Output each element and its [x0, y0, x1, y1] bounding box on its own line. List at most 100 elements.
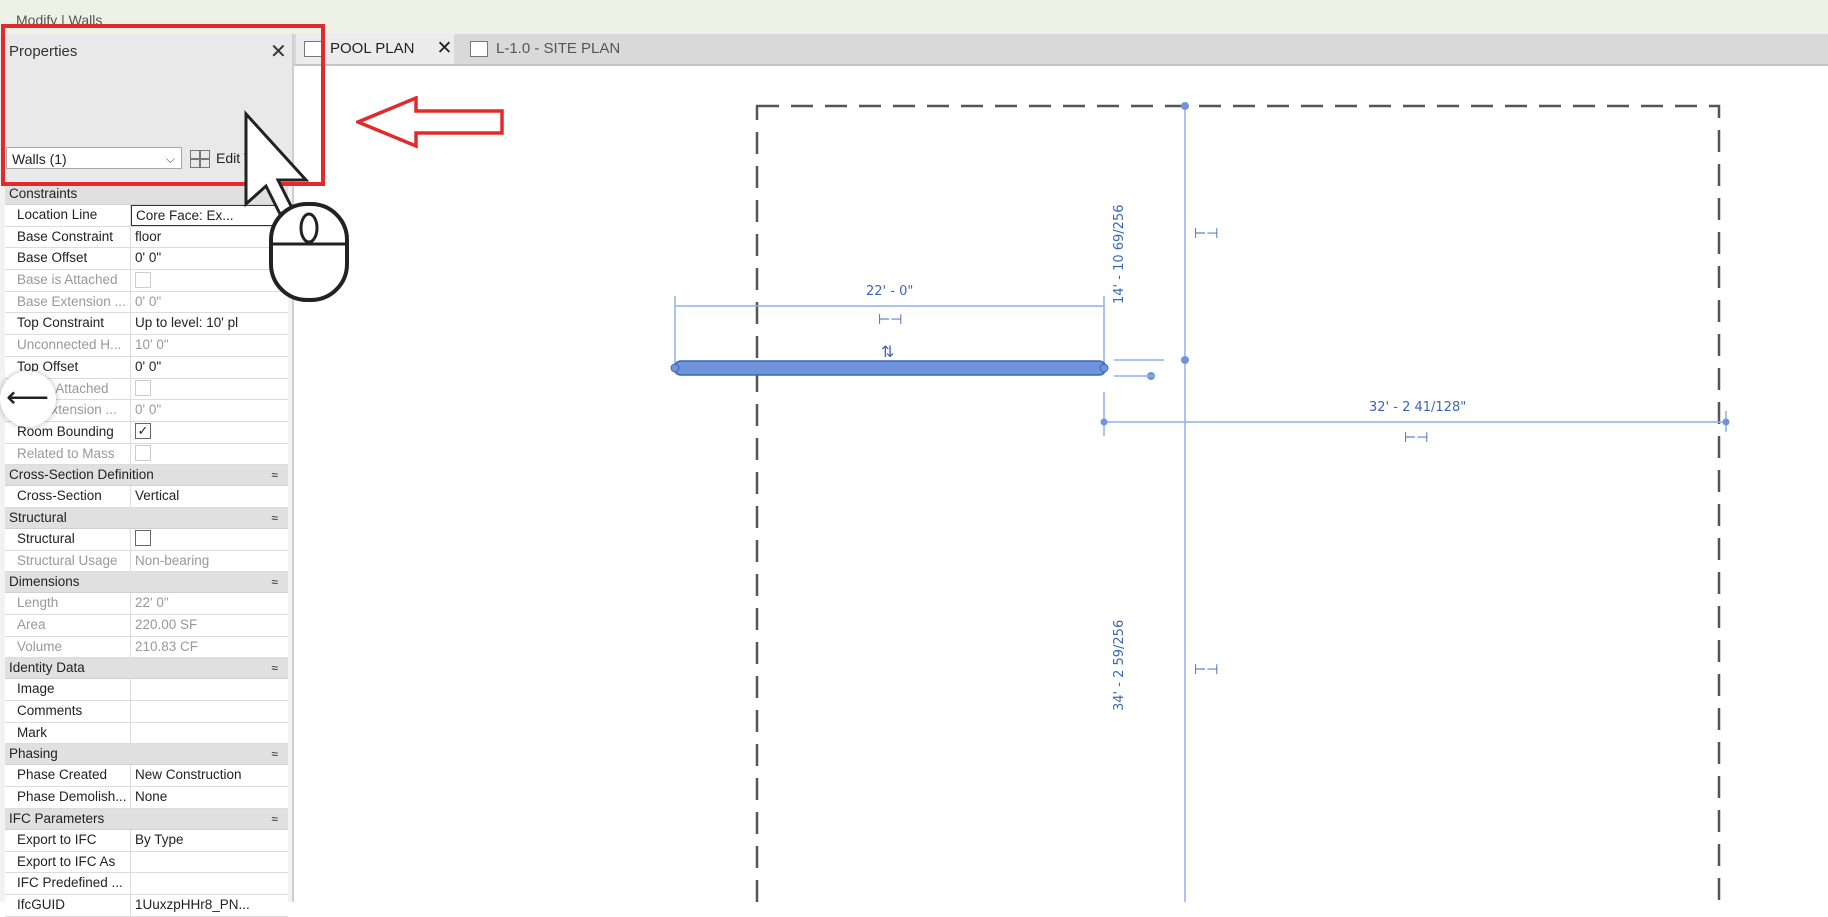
- back-button[interactable]: ⟵: [0, 371, 56, 427]
- dim-lock-icon: ⊢⊣: [878, 311, 902, 327]
- property-group-header[interactable]: Cross-Section Definition ≈: [5, 465, 288, 487]
- dimension-14ft[interactable]: 14' - 10 69/256: [1112, 204, 1127, 304]
- property-value[interactable]: Up to level: 10' pl: [131, 313, 288, 334]
- property-row[interactable]: Related to Mass: [5, 443, 288, 466]
- property-row[interactable]: Export to IFC By Type: [5, 829, 288, 852]
- property-value[interactable]: [131, 723, 288, 744]
- property-row[interactable]: Area 220.00 SF: [5, 615, 288, 637]
- property-row[interactable]: IfcGUID 1UuxzpHHr8_PN...: [5, 894, 288, 917]
- checkbox[interactable]: [135, 423, 151, 440]
- plan-view-icon: [470, 41, 488, 58]
- property-value: 210.83 CF: [135, 638, 199, 654]
- property-group-header[interactable]: Phasing ≈: [5, 744, 288, 766]
- dimension-22ft[interactable]: 22' - 0": [866, 284, 913, 299]
- collapse-icon[interactable]: ≈: [271, 744, 278, 764]
- property-row[interactable]: Comments: [5, 701, 288, 723]
- property-row[interactable]: Length 22' 0": [5, 593, 288, 615]
- property-name: Base Extension ...: [5, 291, 131, 313]
- property-value[interactable]: [131, 679, 288, 700]
- property-row[interactable]: Structural: [5, 528, 288, 551]
- view-tabs: POOL PLAN ✕ L-1.0 - SITE PLAN: [294, 34, 1828, 66]
- dim-lock-icon: ⊢⊣: [1404, 429, 1428, 445]
- grip: [1722, 418, 1730, 426]
- scope-box: [755, 104, 1721, 917]
- property-row[interactable]: Base Offset 0' 0": [5, 248, 288, 271]
- close-tab-icon[interactable]: ✕: [436, 38, 452, 59]
- collapse-icon[interactable]: ≈: [271, 572, 278, 592]
- property-value: Non-bearing: [135, 552, 210, 568]
- tab-label: L-1.0 - SITE PLAN: [496, 40, 621, 57]
- property-row[interactable]: Base is Attached: [5, 270, 288, 292]
- property-row[interactable]: Structural Usage Non-bearing: [5, 550, 288, 573]
- tab-site-plan[interactable]: L-1.0 - SITE PLAN: [466, 34, 630, 64]
- property-name: Structural: [5, 528, 131, 550]
- property-value[interactable]: Vertical: [131, 486, 288, 507]
- dimension-34ft[interactable]: 34' - 2 59/256: [1112, 611, 1127, 711]
- pool-plan-drawing: ⇅ ⊢⊣ ⊢⊣ ⊢⊣ ⊢⊣: [670, 102, 1730, 917]
- property-value[interactable]: New Construction: [131, 765, 288, 786]
- property-name: Top Constraint: [5, 313, 131, 335]
- selected-wall: [673, 360, 1107, 376]
- property-name: Export to IFC: [5, 829, 131, 851]
- property-value[interactable]: By Type: [131, 830, 288, 851]
- property-group-header[interactable]: Dimensions ≈: [5, 572, 288, 594]
- property-row[interactable]: Top Offset 0' 0": [5, 356, 288, 379]
- property-row[interactable]: Room Bounding: [5, 421, 288, 444]
- property-row[interactable]: Export to IFC As: [5, 851, 288, 874]
- property-value[interactable]: [131, 852, 288, 873]
- property-value[interactable]: [131, 422, 288, 443]
- property-value[interactable]: 1UuxzpHHr8_PN...: [131, 895, 288, 916]
- property-name: Structural Usage: [5, 550, 131, 572]
- collapse-icon[interactable]: ≈: [271, 809, 278, 829]
- checkbox: [135, 445, 151, 461]
- property-group-header[interactable]: Identity Data ≈: [5, 658, 288, 680]
- property-value[interactable]: [131, 701, 288, 722]
- checkbox[interactable]: [135, 530, 151, 547]
- property-row[interactable]: Cross-Section Vertical: [5, 486, 288, 508]
- collapse-icon[interactable]: ≈: [271, 658, 278, 678]
- property-name: Location Line: [5, 205, 131, 226]
- property-row[interactable]: Base Extension ... 0' 0": [5, 291, 288, 314]
- grip: [670, 363, 680, 373]
- grip: [1099, 363, 1109, 373]
- checkbox: [135, 379, 151, 396]
- property-row[interactable]: IFC Predefined ...: [5, 873, 288, 895]
- property-group-header[interactable]: Structural ≈: [5, 507, 288, 529]
- property-name: IfcGUID: [5, 894, 131, 916]
- property-name: Phase Created: [5, 765, 131, 787]
- dimension-32ft[interactable]: 32' - 2 41/128": [1369, 400, 1466, 415]
- property-row[interactable]: Phase Demolish... None: [5, 787, 288, 809]
- properties-table: Constraints≈Location LineCore Face: Ex..…: [5, 184, 288, 917]
- property-name: Related to Mass: [5, 443, 131, 465]
- checkbox: [135, 271, 151, 288]
- property-row[interactable]: Unconnected H... 10' 0": [5, 335, 288, 357]
- group-label: IFC Parameters: [9, 810, 105, 826]
- property-value[interactable]: 0' 0": [131, 357, 288, 378]
- property-value: 22' 0": [135, 595, 169, 611]
- property-name: Area: [5, 615, 131, 636]
- property-group-header[interactable]: IFC Parameters ≈: [5, 808, 288, 830]
- grip: [1181, 356, 1189, 364]
- arrow-left-icon: ⟵: [6, 381, 50, 414]
- drawing-canvas[interactable]: ⇅ ⊢⊣ ⊢⊣ ⊢⊣ ⊢⊣ 22' - 0" 32' - 2 41/128" 1…: [294, 66, 1828, 917]
- annotation-arrow-icon: [356, 96, 504, 149]
- property-value: [131, 379, 288, 400]
- mouse-icon: [269, 202, 349, 302]
- group-label: Structural: [9, 509, 67, 525]
- property-row[interactable]: Phase Created New Construction: [5, 765, 288, 788]
- property-name: Phase Demolish...: [5, 787, 131, 808]
- property-name: Image: [5, 679, 131, 701]
- property-value[interactable]: [131, 873, 288, 894]
- collapse-icon[interactable]: ≈: [271, 465, 278, 485]
- property-name: Length: [5, 593, 131, 614]
- property-value[interactable]: None: [131, 787, 288, 808]
- property-row[interactable]: Base Constraint floor: [5, 226, 288, 249]
- property-row[interactable]: Mark: [5, 722, 288, 745]
- property-row[interactable]: Top Constraint Up to level: 10' pl: [5, 313, 288, 336]
- collapse-icon[interactable]: ≈: [271, 508, 278, 528]
- grip: [1100, 418, 1108, 426]
- property-row[interactable]: Image: [5, 679, 288, 702]
- group-label: Phasing: [9, 746, 58, 762]
- property-value[interactable]: [131, 529, 288, 550]
- property-row[interactable]: Volume 210.83 CF: [5, 636, 288, 659]
